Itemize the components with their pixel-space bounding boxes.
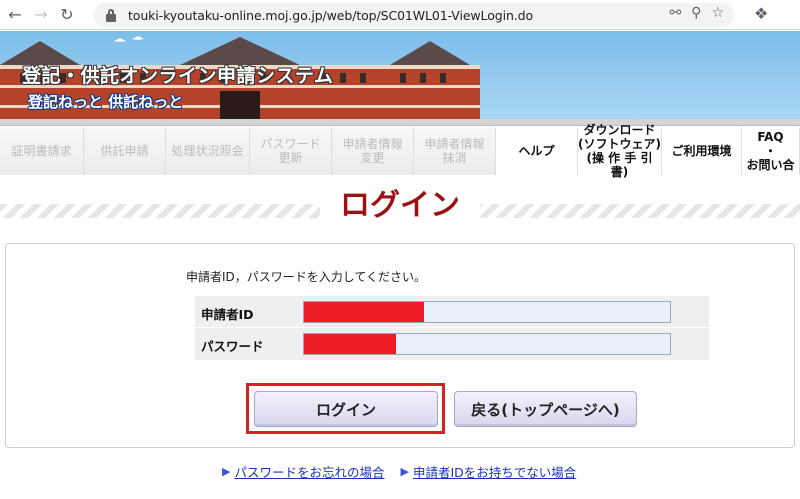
password-input[interactable] xyxy=(303,333,671,355)
nav-item-5[interactable]: 申請者情報 変更 xyxy=(332,127,414,175)
url-text[interactable]: touki-kyoutaku-online.moj.go.jp/web/top/… xyxy=(128,8,533,23)
zoom-icon[interactable]: ⚲ xyxy=(691,5,701,21)
nav-item-3[interactable]: 処理状況照会 xyxy=(166,127,250,175)
redaction-bar xyxy=(304,334,396,354)
instruction-text: 申請者ID，パスワードを入力してください。 xyxy=(186,270,427,284)
nav-item-8[interactable]: ダウンロード (ソフトウェア) (操 作 手 引 書) xyxy=(578,123,662,179)
login-button[interactable]: ログイン xyxy=(254,391,438,427)
back-arrow-icon[interactable]: ← xyxy=(4,4,26,26)
forgot-password-link-text[interactable]: パスワードをお忘れの場合 xyxy=(234,462,384,481)
password-row: パスワード xyxy=(195,328,709,360)
nav-item-9[interactable]: ご利用環境 xyxy=(662,127,742,175)
back-to-top-button[interactable]: 戻る(トップページへ) xyxy=(454,391,637,427)
nav-item-2[interactable]: 供託申請 xyxy=(84,127,166,175)
id-input[interactable] xyxy=(303,301,671,323)
banner-title: 登記・供託オンライン申請システム xyxy=(22,65,334,87)
no-id-link[interactable]: ▶ 申請者IDをお持ちでない場合 xyxy=(400,462,576,481)
nav-item-6[interactable]: 申請者情報 抹消 xyxy=(414,127,496,175)
no-id-link-text[interactable]: 申請者IDをお持ちでない場合 xyxy=(413,462,576,481)
forgot-password-link[interactable]: ▶ パスワードをお忘れの場合 xyxy=(222,462,384,481)
reload-icon[interactable]: ↻ xyxy=(56,4,78,26)
main-nav: 証明書請求 供託申請 処理状況照会 パスワード 更新 申請者情報 変更 申請者情報 抹消ヘ… xyxy=(0,123,800,179)
nav-item-7[interactable]: ヘルプ xyxy=(496,127,578,175)
id-row: 申請者ID xyxy=(195,296,709,328)
redaction-bar xyxy=(304,302,424,322)
login-form: 申請者ID パスワード xyxy=(195,296,709,360)
extensions-puzzle-icon[interactable]: ❖ xyxy=(754,4,768,23)
page-title: ログイン xyxy=(320,184,480,228)
banner-subtitle: 登記ねっと 供託ねっと xyxy=(28,93,184,111)
nav-item-10[interactable]: FAQ ・ お問い合 xyxy=(742,127,800,175)
nav-item-1[interactable]: 証明書請求 xyxy=(0,127,84,175)
bookmark-star-icon[interactable]: ☆ xyxy=(711,5,724,21)
forward-arrow-icon[interactable]: → xyxy=(30,4,52,26)
banner-divider xyxy=(0,119,800,126)
help-links: ▶ パスワードをお忘れの場合 ▶ 申請者IDをお持ちでない場合 xyxy=(222,462,576,481)
nav-item-4[interactable]: パスワード 更新 xyxy=(250,127,332,175)
key-icon[interactable]: ⚯ xyxy=(669,5,681,21)
browser-toolbar: ← → ↻ touki-kyoutaku-online.moj.go.jp/we… xyxy=(0,0,800,30)
triangle-right-icon: ▶ xyxy=(222,465,231,478)
password-label: パスワード xyxy=(201,339,264,354)
id-label: 申請者ID xyxy=(201,307,254,322)
address-bar[interactable]: touki-kyoutaku-online.moj.go.jp/web/top/… xyxy=(94,3,734,27)
triangle-right-icon: ▶ xyxy=(400,465,409,478)
lock-icon xyxy=(104,8,118,22)
site-banner: 登記・供託オンライン申請システム 登記ねっと 供託ねっと xyxy=(0,31,800,119)
